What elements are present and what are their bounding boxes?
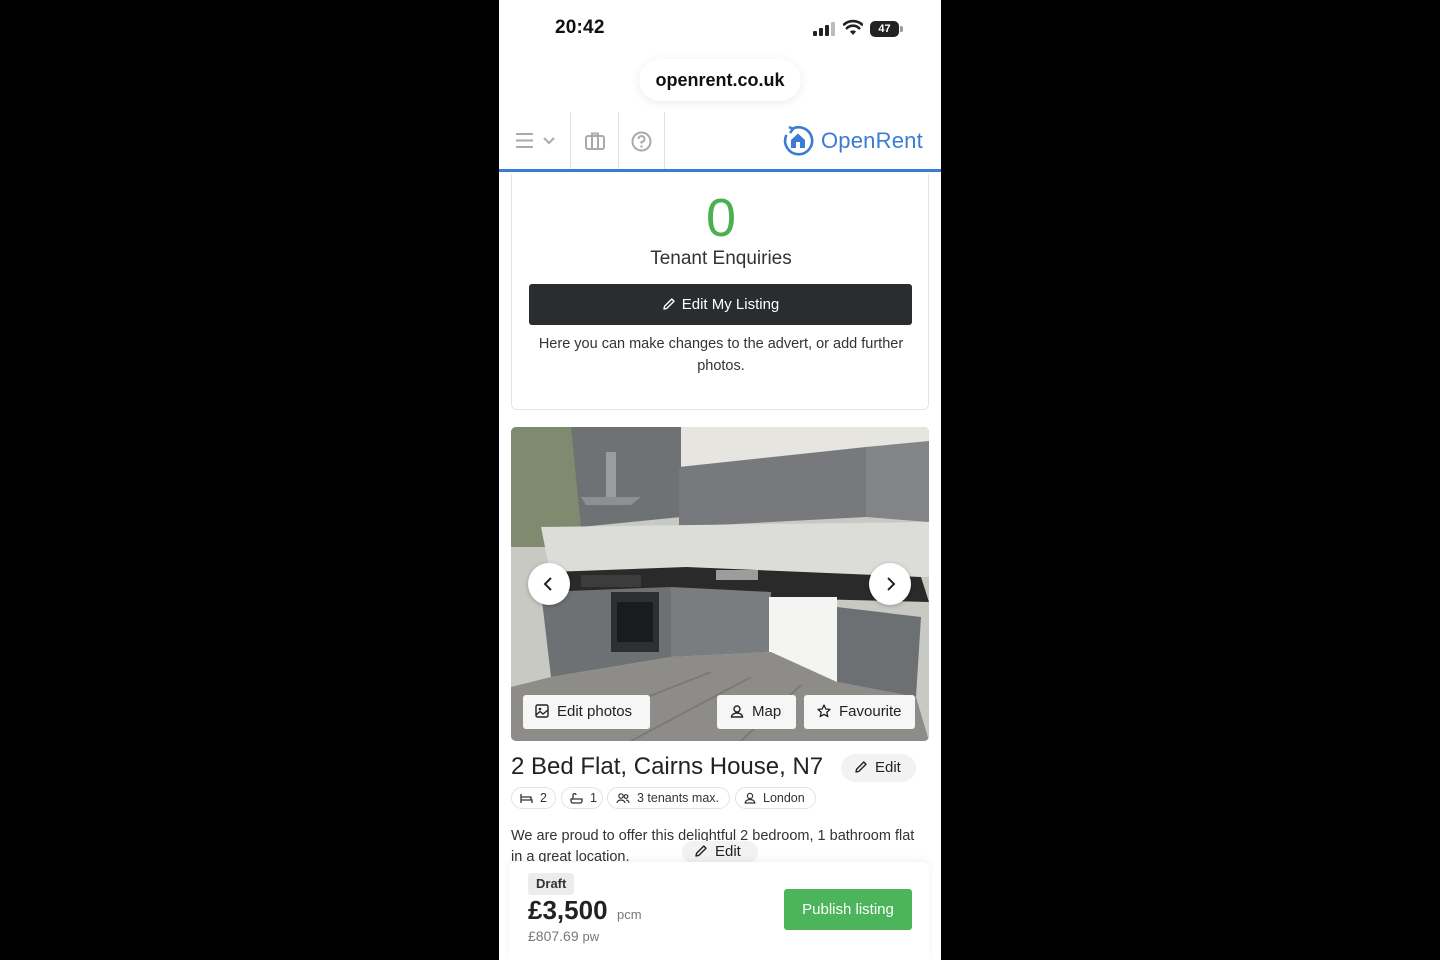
pencil-icon (695, 845, 707, 857)
listing-footer-bar: Draft £3,500 pcm £807.69 pw Publish list… (509, 862, 929, 960)
cellular-signal-icon (813, 22, 835, 36)
battery-level: 47 (878, 23, 891, 35)
map-button[interactable]: Map (717, 695, 796, 729)
edit-description-button[interactable]: Edit (682, 841, 758, 863)
favourite-button[interactable]: Favourite (804, 695, 915, 729)
edit-title-button[interactable]: Edit (841, 754, 916, 782)
edit-my-listing-label: Edit My Listing (681, 296, 780, 313)
previous-photo-button[interactable] (528, 563, 570, 605)
kitchen-photo (511, 427, 929, 741)
briefcase-icon (585, 132, 605, 150)
edit-photos-label: Edit photos (557, 703, 633, 720)
people-icon (616, 793, 630, 804)
bedrooms-value: 2 (540, 791, 547, 805)
location-value: London (763, 791, 805, 805)
menu-button[interactable] (499, 112, 571, 169)
tenants-chip: 3 tenants max. (607, 787, 730, 809)
phone-screen: 20:42 47 openrent.co.uk OpenRent 0 Tenan… (499, 0, 941, 960)
status-badge: Draft (528, 873, 575, 895)
enquiries-count: 0 (705, 188, 737, 248)
logo-text: OpenRent (821, 128, 923, 153)
bed-icon (520, 794, 533, 803)
listing-photo-gallery[interactable]: Edit photos Map Favourite (511, 427, 929, 741)
question-circle-icon (631, 131, 652, 152)
chevron-down-icon (543, 137, 555, 145)
edit-description-label: Edit (715, 843, 741, 860)
wifi-icon (843, 19, 863, 35)
bathrooms-value: 1 (590, 791, 597, 805)
star-icon (817, 704, 831, 718)
bathrooms-chip: 1 (561, 787, 603, 809)
bedrooms-chip: 2 (511, 787, 556, 809)
tenants-value: 3 tenants max. (637, 791, 719, 805)
edit-photos-button[interactable]: Edit photos (523, 695, 650, 729)
edit-listing-hint: Here you can make changes to the advert,… (538, 336, 904, 374)
location-person-icon (744, 792, 756, 804)
weekly-price-unit: pw (582, 929, 600, 944)
publish-listing-button[interactable]: Publish listing (784, 889, 912, 930)
weekly-price-line: £807.69 pw (528, 928, 599, 944)
monthly-price-unit: pcm (617, 907, 642, 922)
edit-title-label: Edit (875, 759, 901, 776)
chevron-left-icon (543, 577, 552, 591)
edit-my-listing-button[interactable]: Edit My Listing (529, 284, 912, 325)
battery-icon: 47 (870, 21, 903, 37)
chevron-right-icon (887, 577, 896, 591)
location-chip: London (735, 787, 816, 809)
address-bar[interactable]: openrent.co.uk (639, 59, 801, 101)
enquiries-label: Tenant Enquiries (650, 248, 792, 269)
next-photo-button[interactable] (869, 563, 911, 605)
weekly-price: £807.69 (528, 928, 579, 944)
listing-title: 2 Bed Flat, Cairns House, N7 (511, 753, 824, 780)
monthly-price: £3,500 (528, 895, 608, 925)
pencil-icon (663, 298, 675, 310)
pencil-icon (855, 761, 867, 773)
enquiries-card: 0 Tenant Enquiries Edit My Listing Here … (511, 174, 929, 410)
site-header: OpenRent (499, 112, 941, 172)
hamburger-icon (516, 133, 533, 148)
location-person-icon (730, 705, 744, 718)
status-time: 20:42 (555, 17, 605, 38)
map-label: Map (752, 703, 782, 720)
status-bar: 20:42 47 (499, 0, 941, 56)
favourite-label: Favourite (839, 703, 902, 720)
briefcase-button[interactable] (571, 112, 619, 169)
bath-icon (570, 792, 583, 804)
house-logo-icon (783, 125, 814, 156)
image-edit-icon (535, 704, 549, 718)
help-button[interactable] (619, 112, 665, 169)
